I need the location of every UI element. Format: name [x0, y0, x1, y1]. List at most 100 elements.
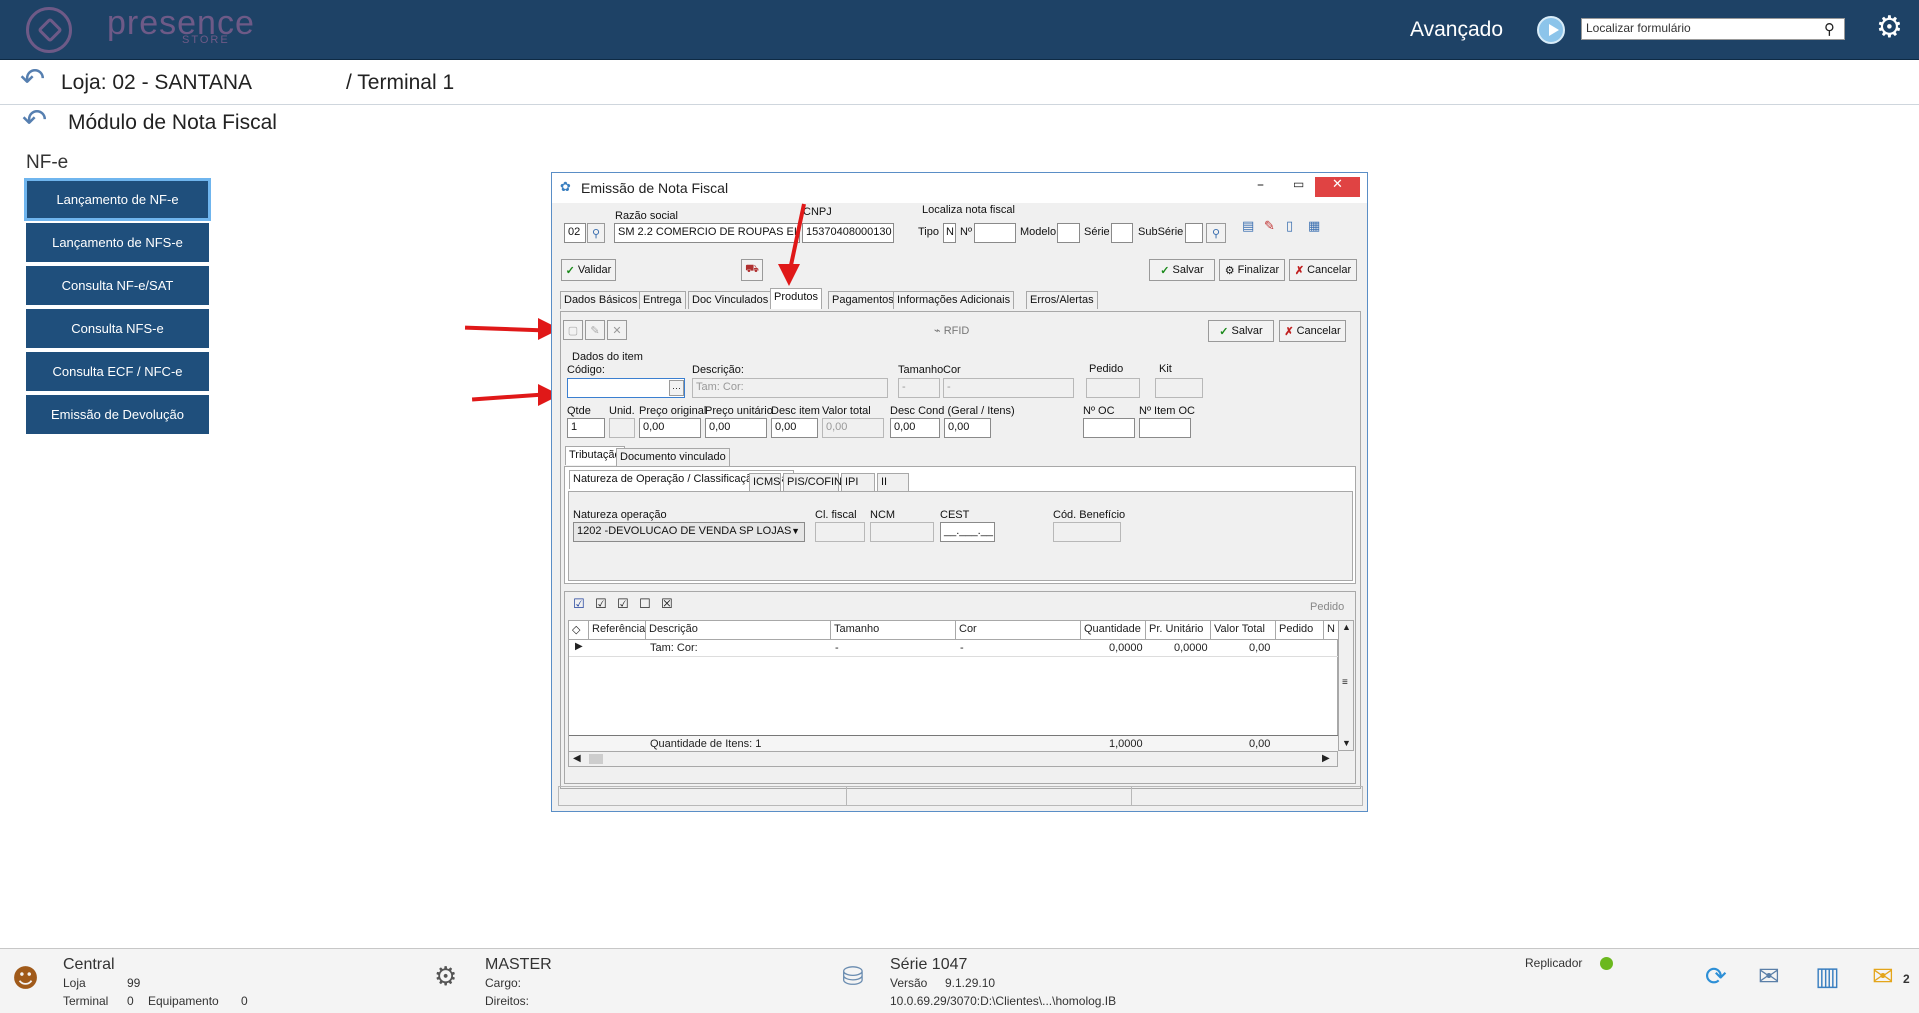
- play-icon[interactable]: [1537, 16, 1565, 44]
- preco-original-input[interactable]: 0,00: [639, 418, 701, 438]
- scroll-right-icon[interactable]: ▶: [1322, 753, 1330, 764]
- item-salvar-button[interactable]: ✓ Salvar: [1208, 320, 1274, 342]
- search-icon[interactable]: ⚲: [1824, 20, 1835, 38]
- settings-gear-icon[interactable]: ⚙: [1876, 10, 1903, 45]
- natureza-select[interactable]: 1202 -DEVOLUCAO DE VENDA SP LOJAS ▼: [573, 522, 805, 542]
- menu-emissao-devolucao[interactable]: Emissão de Devolução: [26, 395, 209, 434]
- advanced-label[interactable]: Avançado: [1410, 18, 1503, 42]
- print-icon[interactable]: ▤: [1242, 219, 1254, 234]
- trib-tab-icms[interactable]: ICMS: [749, 473, 781, 491]
- check-list-icon[interactable]: ☑: [617, 597, 629, 612]
- tab-doc-vinculados[interactable]: Doc Vinculados: [688, 291, 773, 309]
- codigo-lookup-button[interactable]: ···: [669, 380, 684, 396]
- numero-field[interactable]: [974, 223, 1016, 243]
- uncheck-icon[interactable]: ☐: [639, 597, 651, 612]
- menu-lancamento-nfe[interactable]: Lançamento de NF-e: [24, 178, 211, 221]
- serie-field[interactable]: [1111, 223, 1133, 243]
- search-nota-button[interactable]: ⚲: [1206, 223, 1226, 243]
- menu-consulta-nfse[interactable]: Consulta NFS-e: [26, 309, 209, 348]
- desc-cond-geral-input[interactable]: 0,00: [890, 418, 940, 438]
- serie-label: Série: [1084, 226, 1110, 238]
- menu-consulta-ecf-nfce[interactable]: Consulta ECF / NFC-e: [26, 352, 209, 391]
- cl-fiscal-label: Cl. fiscal: [815, 509, 857, 521]
- subserie-field[interactable]: [1185, 223, 1203, 243]
- document-icon[interactable]: ▯: [1286, 219, 1293, 234]
- grid-header-referencia[interactable]: Referência: [589, 621, 646, 639]
- modelo-field[interactable]: [1057, 223, 1080, 243]
- refresh-icon[interactable]: ⟳: [1705, 962, 1727, 992]
- finalizar-button[interactable]: ⚙ Finalizar: [1219, 259, 1285, 281]
- scroll-thumb[interactable]: ≡: [1342, 677, 1348, 688]
- localiza-label: Localiza nota fiscal: [922, 204, 1015, 216]
- desc-cond-itens-input[interactable]: 0,00: [944, 418, 991, 438]
- noc-input[interactable]: [1083, 418, 1135, 438]
- grid-horizontal-scrollbar[interactable]: ◀ ▶: [568, 751, 1338, 767]
- nitemoc-input[interactable]: [1139, 418, 1191, 438]
- salvar-button[interactable]: ✓ Salvar: [1149, 259, 1215, 281]
- table-row[interactable]: ▶ Tam: Cor: - - 0,0000 0,0000 0,00: [569, 640, 1339, 657]
- close-button[interactable]: ✕: [1315, 177, 1360, 197]
- mail-icon[interactable]: ✉: [1758, 962, 1780, 992]
- maximize-button[interactable]: ▭: [1293, 177, 1304, 191]
- subtab-documento-vinculado[interactable]: Documento vinculado: [616, 448, 730, 466]
- preco-unitario-input[interactable]: 0,00: [705, 418, 767, 438]
- back-module-icon[interactable]: ↶: [22, 103, 47, 138]
- grid-vertical-scrollbar[interactable]: ▲ ≡ ▼: [1338, 620, 1354, 751]
- grid-header-descricao[interactable]: Descrição: [646, 621, 831, 639]
- hscroll-thumb[interactable]: [589, 754, 603, 764]
- cest-field[interactable]: __.___.__: [940, 522, 995, 542]
- codigo-input[interactable]: [567, 378, 685, 398]
- preco-unitario-label: Preço unitário: [705, 405, 773, 417]
- edit-icon: ✎: [590, 324, 600, 337]
- validar-button[interactable]: ✓ Validar: [561, 259, 616, 281]
- razao-field[interactable]: SM 2.2 COMERCIO DE ROUPAS EIRE: [614, 223, 800, 243]
- invert-check-icon[interactable]: ☒: [661, 597, 673, 612]
- grid-header-tamanho[interactable]: Tamanho: [831, 621, 956, 639]
- form-search-input[interactable]: Localizar formulário: [1581, 18, 1845, 40]
- lookup-store-button[interactable]: ⚲: [587, 223, 605, 243]
- back-arrow-icon[interactable]: ↶: [20, 62, 45, 97]
- menu-consulta-nfe-sat[interactable]: Consulta NF-e/SAT: [26, 266, 209, 305]
- tipo-field[interactable]: N: [943, 223, 956, 243]
- delete-item-button[interactable]: ✕: [607, 320, 627, 340]
- grid-header-pr-unitario[interactable]: Pr. Unitário: [1146, 621, 1211, 639]
- tab-entrega[interactable]: Entrega: [639, 291, 686, 309]
- item-cancelar-button[interactable]: ✗ Cancelar: [1279, 320, 1346, 342]
- grid-header-n[interactable]: N: [1324, 621, 1339, 639]
- rfid-label[interactable]: ⌁ RFID: [934, 324, 969, 337]
- desc-item-input[interactable]: 0,00: [771, 418, 818, 438]
- tab-pagamentos[interactable]: Pagamentos: [828, 291, 898, 309]
- trib-tab-pis-cofins[interactable]: PIS/COFINS: [783, 473, 849, 491]
- new-item-button[interactable]: ▢: [563, 320, 583, 340]
- pedido-filter-label[interactable]: Pedido: [1310, 601, 1344, 613]
- scroll-up-icon[interactable]: ▲: [1342, 622, 1351, 632]
- edit-item-button[interactable]: ✎: [585, 320, 605, 340]
- tab-dados-basicos[interactable]: Dados Básicos: [560, 291, 642, 309]
- grid-header-pedido[interactable]: Pedido: [1276, 621, 1324, 639]
- scroll-left-icon[interactable]: ◀: [573, 753, 581, 764]
- chevron-down-icon: ▼: [791, 526, 800, 536]
- grid-header-cor[interactable]: Cor: [956, 621, 1081, 639]
- cnpj-field[interactable]: 15370408000130: [802, 223, 894, 243]
- ribbon-icon[interactable]: ✎: [1264, 219, 1275, 234]
- trib-tab-ipi[interactable]: IPI: [841, 473, 875, 491]
- cancelar-button[interactable]: ✗ Cancelar: [1289, 259, 1357, 281]
- grid-icon[interactable]: ▦: [1308, 219, 1320, 234]
- scroll-down-icon[interactable]: ▼: [1342, 738, 1351, 748]
- grid-header-quantidade[interactable]: Quantidade: [1081, 621, 1146, 639]
- store-code-field[interactable]: 02: [564, 223, 586, 243]
- tab-informacoes-adicionais[interactable]: Informações Adicionais: [893, 291, 1015, 309]
- check-partial-icon[interactable]: ☑: [595, 597, 607, 612]
- tab-produtos[interactable]: Produtos: [770, 288, 823, 309]
- notification-icon[interactable]: ✉: [1872, 962, 1894, 992]
- chart-icon[interactable]: ▥: [1815, 962, 1840, 992]
- truck-button[interactable]: ⛟: [741, 259, 763, 281]
- check-all-icon[interactable]: ☑: [573, 597, 585, 612]
- minimize-button[interactable]: –: [1257, 177, 1264, 193]
- tamanho-label: Tamanho: [898, 364, 944, 376]
- tab-erros-alertas[interactable]: Erros/Alertas: [1026, 291, 1098, 309]
- trib-tab-ii[interactable]: II: [877, 473, 909, 491]
- menu-lancamento-nfse[interactable]: Lançamento de NFS-e: [26, 223, 209, 262]
- grid-header-valor-total[interactable]: Valor Total: [1211, 621, 1276, 639]
- qtde-input[interactable]: 1: [567, 418, 605, 438]
